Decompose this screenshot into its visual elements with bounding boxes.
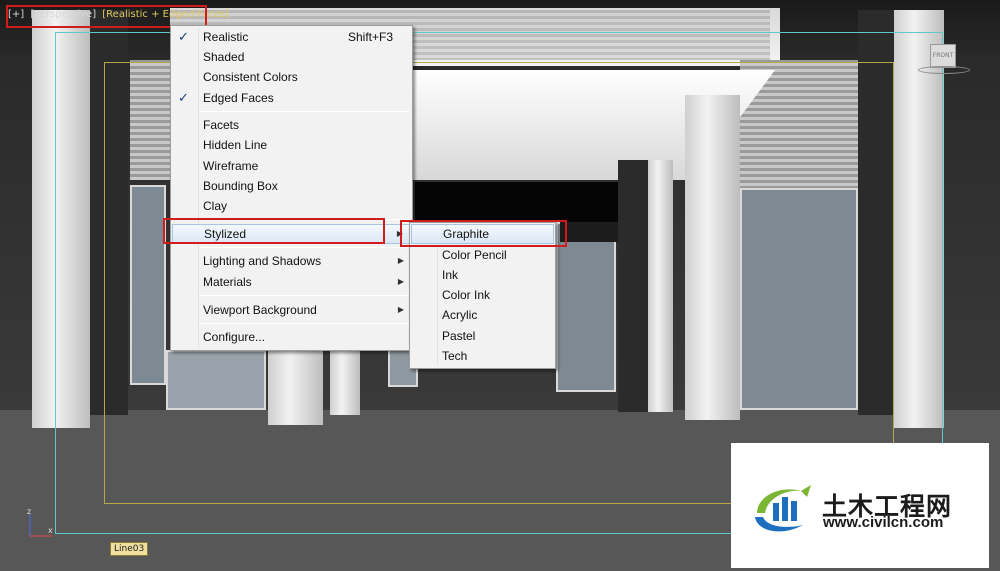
submenu-item-pastel[interactable]: Pastel <box>411 326 554 346</box>
menu-item-label: Tech <box>442 349 468 363</box>
glass-panel <box>556 222 616 392</box>
menu-item-wireframe[interactable]: Wireframe <box>172 156 411 176</box>
submenu-item-acrylic[interactable]: Acrylic <box>411 305 554 325</box>
submenu-item-color-ink[interactable]: Color Ink <box>411 285 554 305</box>
axis-x-label: x <box>48 526 53 535</box>
menu-separator <box>199 295 409 296</box>
watermark-url: www.civilcn.com <box>823 514 944 531</box>
center-pillar <box>330 340 360 415</box>
menu-item-clay[interactable]: Clay <box>172 196 411 216</box>
check-icon: ✓ <box>178 29 189 44</box>
menu-item-label: Acrylic <box>442 308 478 322</box>
submenu-item-tech[interactable]: Tech <box>411 346 554 366</box>
left-pillar-shadow <box>90 10 128 415</box>
menu-item-materials[interactable]: Materials ▶ <box>172 272 411 292</box>
glass-panel <box>130 185 166 385</box>
far-right-pillar-shadow <box>858 10 894 415</box>
left-pillar <box>32 10 90 428</box>
menu-item-label: Color Pencil <box>442 248 507 262</box>
check-icon: ✓ <box>178 90 189 105</box>
viewcube-icon[interactable]: FRONT <box>930 44 956 68</box>
glass-panel <box>740 188 858 410</box>
right-pillar-shadow <box>618 160 648 412</box>
menu-item-label: Clay <box>203 199 228 213</box>
menu-item-configure[interactable]: Configure... <box>172 327 411 347</box>
submenu-item-color-pencil[interactable]: Color Pencil <box>411 245 554 265</box>
axis-gizmo-icon: z x <box>27 508 53 537</box>
menu-item-label: Wireframe <box>203 159 259 173</box>
menu-item-label: Shaded <box>203 50 245 64</box>
stylized-highlight-box <box>163 218 385 244</box>
menu-item-consistent-colors[interactable]: Consistent Colors <box>172 67 411 87</box>
menu-item-label: Configure... <box>203 330 266 344</box>
submenu-arrow-icon: ▶ <box>397 277 404 286</box>
menu-item-shaded[interactable]: Shaded <box>172 47 411 67</box>
axis-z-label: z <box>27 508 31 516</box>
graphite-highlight-box <box>400 220 567 247</box>
site-watermark: 土木工程网 www.civilcn.com <box>731 443 989 568</box>
menu-item-hidden-line[interactable]: Hidden Line <box>172 135 411 155</box>
glass-panel <box>166 350 266 410</box>
menu-item-lighting-and-shadows[interactable]: Lighting and Shadows ▶ <box>172 251 411 271</box>
right-pillar <box>648 160 673 412</box>
shading-menu: ✓ Realistic Shift+F3 Shaded Consistent C… <box>170 25 413 351</box>
menu-item-label: Edged Faces <box>203 91 274 105</box>
object-name-tag: Line03 <box>110 542 149 556</box>
scene-opening <box>415 182 635 222</box>
civilcn-logo-icon <box>755 485 811 532</box>
viewcube-ring[interactable] <box>918 66 970 74</box>
submenu-arrow-icon: ▶ <box>397 256 404 265</box>
menu-separator <box>199 247 409 248</box>
menu-item-facets[interactable]: Facets <box>172 115 411 135</box>
menu-item-label: Color Ink <box>442 288 491 302</box>
menu-item-shortcut: Shift+F3 <box>347 30 393 44</box>
menu-item-label: Ink <box>442 268 459 282</box>
menu-item-label: Hidden Line <box>203 138 268 152</box>
menu-item-label: Facets <box>203 118 240 132</box>
menu-item-label: Viewport Background <box>203 303 317 317</box>
menu-item-viewport-background[interactable]: Viewport Background ▶ <box>172 300 411 320</box>
menu-item-label: Bounding Box <box>203 179 278 193</box>
right-pillar <box>685 95 740 420</box>
left-slats <box>130 60 175 180</box>
menu-item-bounding-box[interactable]: Bounding Box <box>172 176 411 196</box>
scene-shadow <box>560 222 620 242</box>
menu-item-realistic[interactable]: ✓ Realistic Shift+F3 <box>172 27 411 47</box>
menu-item-label: Consistent Colors <box>203 70 298 84</box>
menu-separator <box>199 323 409 324</box>
menu-item-label: Materials <box>203 275 252 289</box>
menu-item-label: Realistic <box>203 30 249 44</box>
menu-separator <box>199 111 409 112</box>
viewcube-face-label: FRONT <box>932 52 954 59</box>
menu-item-label: Pastel <box>442 329 476 343</box>
center-pillar <box>268 340 323 425</box>
submenu-arrow-icon: ▶ <box>397 305 404 314</box>
menu-item-label: Lighting and Shadows <box>203 254 322 268</box>
submenu-item-ink[interactable]: Ink <box>411 265 554 285</box>
menu-item-edged-faces[interactable]: ✓ Edged Faces <box>172 88 411 108</box>
